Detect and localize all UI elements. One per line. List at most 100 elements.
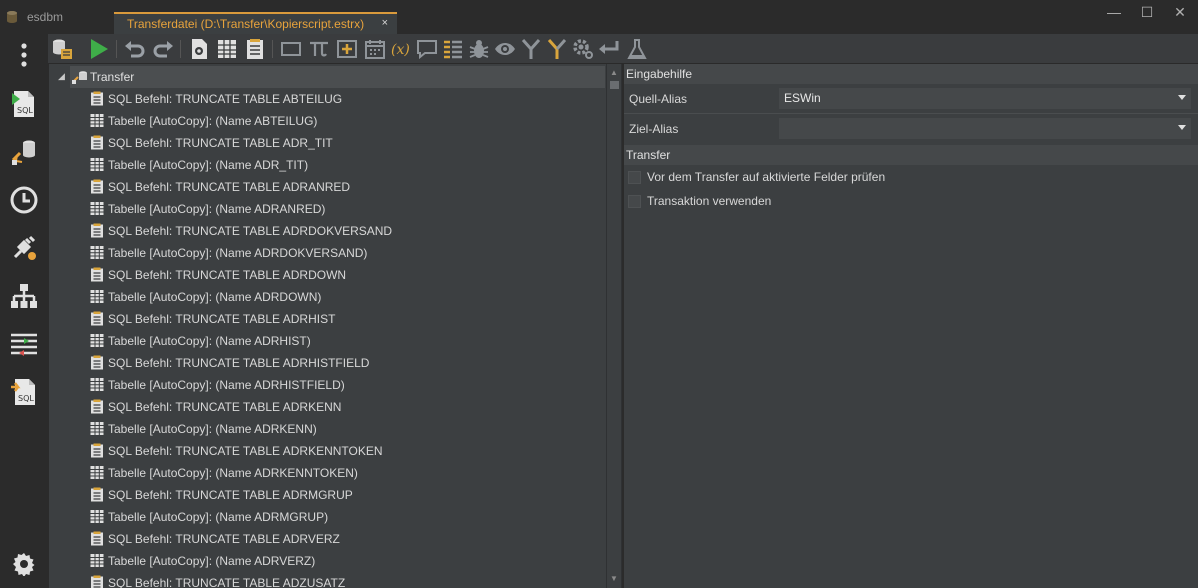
ziel-alias-label: Ziel-Alias xyxy=(629,122,679,136)
property-panel: Eingabehilfe Quell-Alias ESWin Ziel-Alia… xyxy=(624,64,1198,588)
sql-script-icon: SQL xyxy=(11,379,35,405)
tree-item[interactable]: Tabelle [AutoCopy]: (Name ADRDOKVERSAND) xyxy=(90,242,600,264)
sql-command-icon xyxy=(91,531,103,546)
minimize-button[interactable]: — xyxy=(1104,4,1124,22)
tree-item[interactable]: Tabelle [AutoCopy]: (Name ADRKENN) xyxy=(90,418,600,440)
tree-item[interactable]: Tabelle [AutoCopy]: (Name ADR_TIT) xyxy=(90,154,600,176)
frame-button[interactable] xyxy=(280,38,302,60)
tree-item-label: SQL Befehl: TRUNCATE TABLE ADZUSATZ xyxy=(108,576,346,588)
settings-button[interactable] xyxy=(8,548,40,580)
quell-alias-select[interactable]: ESWin xyxy=(779,88,1191,109)
app-title: esdbm xyxy=(27,10,64,24)
scroll-up-icon[interactable]: ▲ xyxy=(610,68,618,77)
sql-script-button[interactable]: SQL xyxy=(8,376,40,408)
check-fields-checkbox[interactable] xyxy=(628,170,641,184)
settings-icon xyxy=(13,553,35,576)
return-button[interactable] xyxy=(598,38,620,60)
maximize-button[interactable]: ☐ xyxy=(1137,4,1157,22)
comment-icon xyxy=(417,40,437,60)
sql-command-icon xyxy=(91,443,103,458)
list-button[interactable] xyxy=(442,38,464,60)
split-button[interactable] xyxy=(546,38,568,60)
use-transaction-option[interactable]: Transaktion verwenden xyxy=(628,192,771,210)
test-button[interactable] xyxy=(626,38,648,60)
svg-text:SQL: SQL xyxy=(18,394,34,403)
tree-item[interactable]: SQL Befehl: TRUNCATE TABLE ADZUSATZ xyxy=(90,572,600,588)
tree-item[interactable]: Tabelle [AutoCopy]: (Name ADRHISTFIELD) xyxy=(90,374,600,396)
compare-button[interactable] xyxy=(8,328,40,360)
check-fields-option[interactable]: Vor dem Transfer auf aktivierte Felder p… xyxy=(628,168,885,186)
tree-root-transfer[interactable]: ◢ Transfer xyxy=(55,66,605,88)
use-transaction-checkbox[interactable] xyxy=(628,194,641,208)
tab-transferdatei[interactable]: Transferdatei (D:\Transfer\Kopierscript.… xyxy=(114,12,397,34)
tree-item-label: Tabelle [AutoCopy]: (Name ADR_TIT) xyxy=(108,158,309,172)
table-button[interactable] xyxy=(216,38,238,60)
tree-item[interactable]: SQL Befehl: TRUNCATE TABLE ADRDOWN xyxy=(90,264,600,286)
tree-item[interactable]: SQL Befehl: TRUNCATE TABLE ADRKENNTOKEN xyxy=(90,440,600,462)
tree-item[interactable]: SQL Befehl: TRUNCATE TABLE ADRHISTFIELD xyxy=(90,352,600,374)
tree-item-label: SQL Befehl: TRUNCATE TABLE ADRDOWN xyxy=(108,268,347,282)
section-transfer: Transfer xyxy=(624,145,1198,165)
scroll-thumb[interactable] xyxy=(610,81,619,89)
data-transfer-icon xyxy=(11,140,35,165)
variable-button[interactable]: (x) xyxy=(390,38,412,60)
tree-item-label: SQL Befehl: TRUNCATE TABLE ADRKENNTOKEN xyxy=(108,444,383,458)
sql-editor-button[interactable]: SQL xyxy=(8,88,40,120)
connections-button[interactable] xyxy=(8,232,40,264)
selection-highlight xyxy=(70,66,605,88)
close-window-button[interactable]: ✕ xyxy=(1170,4,1190,22)
history-button[interactable] xyxy=(8,184,40,216)
redo-button[interactable] xyxy=(152,38,174,60)
more-button[interactable] xyxy=(8,39,40,71)
sql-command-icon xyxy=(91,223,103,238)
script-settings-button[interactable] xyxy=(188,38,210,60)
tree-item-label: Tabelle [AutoCopy]: (Name ADRANRED) xyxy=(108,202,326,216)
expander-icon[interactable]: ◢ xyxy=(58,71,65,82)
ziel-alias-select[interactable] xyxy=(779,118,1191,139)
tree-scrollbar[interactable]: ▲ ▼ xyxy=(606,64,622,588)
tree-item[interactable]: SQL Befehl: TRUNCATE TABLE ADR_TIT xyxy=(90,132,600,154)
tree-item[interactable]: SQL Befehl: TRUNCATE TABLE ADRVERZ xyxy=(90,528,600,550)
tree-item[interactable]: SQL Befehl: TRUNCATE TABLE ABTEILUG xyxy=(90,88,600,110)
tree-item[interactable]: SQL Befehl: TRUNCATE TABLE ADRDOKVERSAND xyxy=(90,220,600,242)
tree-item[interactable]: Tabelle [AutoCopy]: (Name ADRANRED) xyxy=(90,198,600,220)
tree-item[interactable]: SQL Befehl: TRUNCATE TABLE ADRANRED xyxy=(90,176,600,198)
pi-button[interactable] xyxy=(308,38,330,60)
comment-button[interactable] xyxy=(416,38,438,60)
sql-list-button[interactable] xyxy=(244,38,266,60)
tree-item-label: SQL Befehl: TRUNCATE TABLE ADRMGRUP xyxy=(108,488,353,502)
tree-item[interactable]: SQL Befehl: TRUNCATE TABLE ADRMGRUP xyxy=(90,484,600,506)
database-add-button[interactable] xyxy=(51,38,73,60)
toolbar-separator xyxy=(180,40,181,58)
tree-item[interactable]: Tabelle [AutoCopy]: (Name ADRMGRUP) xyxy=(90,506,600,528)
eye-icon xyxy=(495,43,515,55)
title-bar: esdbm Transferdatei (D:\Transfer\Kopiers… xyxy=(0,0,1198,34)
tree-item[interactable]: Tabelle [AutoCopy]: (Name ABTEILUG) xyxy=(90,110,600,132)
pi-icon xyxy=(310,41,328,57)
run-button[interactable] xyxy=(88,38,110,60)
activity-bar: SQL SQL xyxy=(0,34,48,588)
config-button[interactable] xyxy=(572,38,594,60)
use-transaction-label: Transaktion verwenden xyxy=(647,194,772,208)
tree-item[interactable]: SQL Befehl: TRUNCATE TABLE ADRKENN xyxy=(90,396,600,418)
tree-item[interactable]: SQL Befehl: TRUNCATE TABLE ADRHIST xyxy=(90,308,600,330)
tree-item-label: SQL Befehl: TRUNCATE TABLE ADRDOKVERSAND xyxy=(108,224,393,238)
app-branding: esdbm xyxy=(6,9,63,25)
close-tab-icon[interactable]: × xyxy=(382,17,388,29)
scroll-down-icon[interactable]: ▼ xyxy=(610,574,618,583)
tree-item-label: Tabelle [AutoCopy]: (Name ADRVERZ) xyxy=(108,554,316,568)
tree-item[interactable]: Tabelle [AutoCopy]: (Name ADRHIST) xyxy=(90,330,600,352)
add-box-button[interactable] xyxy=(336,38,358,60)
tree-item[interactable]: Tabelle [AutoCopy]: (Name ADRKENNTOKEN) xyxy=(90,462,600,484)
calendar-button[interactable] xyxy=(364,38,386,60)
table-icon xyxy=(90,422,104,435)
merge-button[interactable] xyxy=(520,38,542,60)
tree-item[interactable]: Tabelle [AutoCopy]: (Name ADRVERZ) xyxy=(90,550,600,572)
tree-item[interactable]: Tabelle [AutoCopy]: (Name ADRDOWN) xyxy=(90,286,600,308)
debug-button[interactable] xyxy=(468,38,490,60)
structure-button[interactable] xyxy=(8,280,40,312)
tree-item-label: SQL Befehl: TRUNCATE TABLE ADRHISTFIELD xyxy=(108,356,370,370)
undo-button[interactable] xyxy=(124,38,146,60)
preview-button[interactable] xyxy=(494,38,516,60)
data-transfer-button[interactable] xyxy=(8,136,40,168)
